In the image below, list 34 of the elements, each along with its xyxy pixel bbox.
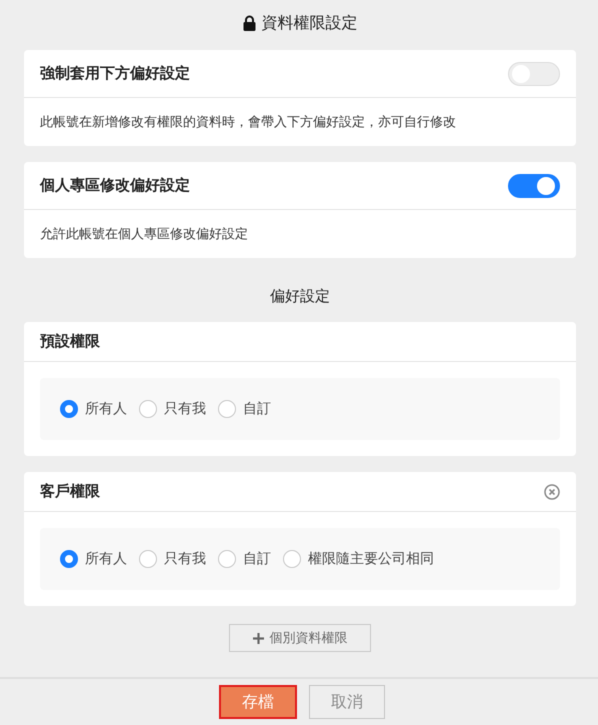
radio-button[interactable] bbox=[283, 550, 301, 568]
page-title: 資料權限設定 bbox=[262, 14, 358, 34]
close-icon[interactable] bbox=[544, 484, 560, 500]
setting-description: 此帳號在新增修改有權限的資料時，會帶入下方偏好設定，亦可自行修改 bbox=[39, 113, 457, 131]
toggle-switch[interactable] bbox=[508, 174, 560, 198]
option-label: 只有我 bbox=[164, 550, 206, 568]
radio-option[interactable]: 所有人 bbox=[60, 400, 127, 418]
lock-icon bbox=[242, 15, 256, 31]
option-label: 自訂 bbox=[243, 400, 271, 418]
radio-option[interactable]: 只有我 bbox=[139, 400, 206, 418]
permission-title: 客戶權限 bbox=[40, 482, 100, 501]
option-label: 只有我 bbox=[164, 400, 206, 418]
radio-option[interactable]: 只有我 bbox=[139, 550, 206, 568]
radio-button[interactable] bbox=[60, 550, 78, 568]
radio-option[interactable]: 自訂 bbox=[218, 550, 271, 568]
option-label: 所有人 bbox=[85, 400, 127, 418]
option-label: 自訂 bbox=[243, 550, 271, 568]
option-label: 所有人 bbox=[85, 550, 127, 568]
radio-button[interactable] bbox=[139, 400, 157, 418]
radio-button[interactable] bbox=[139, 550, 157, 568]
radio-option[interactable]: 自訂 bbox=[218, 400, 271, 418]
setting-title: 強制套用下方偏好設定 bbox=[40, 64, 190, 83]
radio-option[interactable]: 所有人 bbox=[60, 550, 127, 568]
radio-button[interactable] bbox=[218, 400, 236, 418]
radio-option[interactable]: 權限隨主要公司相同 bbox=[283, 550, 434, 568]
plus-icon bbox=[252, 632, 264, 644]
permission-title: 預設權限 bbox=[40, 332, 100, 351]
section-title: 偏好設定 bbox=[270, 286, 330, 306]
radio-button[interactable] bbox=[218, 550, 236, 568]
add-permission-button[interactable]: 個別資料權限 bbox=[229, 624, 371, 652]
radio-button[interactable] bbox=[60, 400, 78, 418]
setting-description: 允許此帳號在個人專區修改偏好設定 bbox=[39, 225, 249, 243]
setting-title: 個人專區修改偏好設定 bbox=[40, 176, 190, 195]
option-label: 權限隨主要公司相同 bbox=[308, 550, 434, 568]
